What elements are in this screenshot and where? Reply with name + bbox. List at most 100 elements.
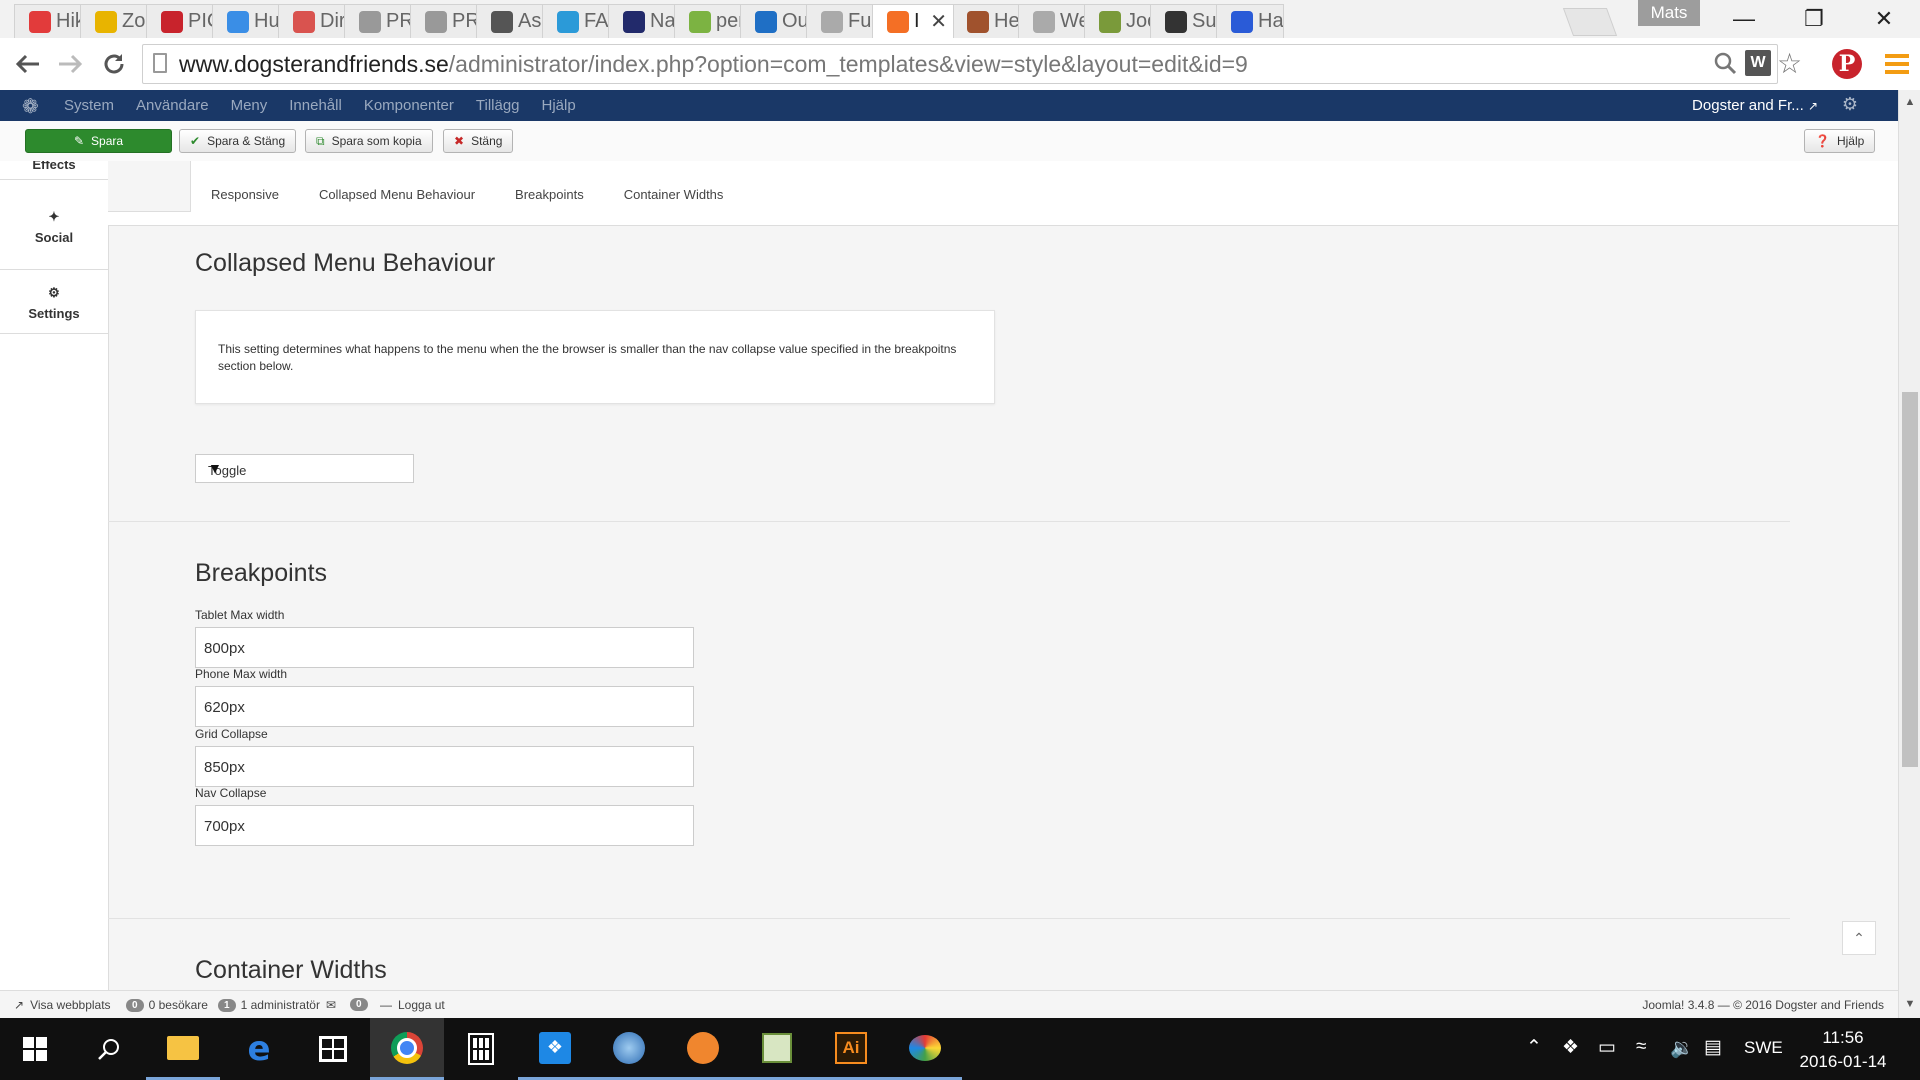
breakpoint-input[interactable]: 800px [195, 627, 694, 668]
settings-tab[interactable]: Collapsed Menu Behaviour [319, 187, 475, 202]
browser-tab[interactable]: Sun [1150, 4, 1218, 38]
browser-tab[interactable]: Out [740, 4, 808, 38]
browser-tab[interactable]: I ✕ [872, 4, 954, 38]
admin-menu-item[interactable]: Meny [231, 97, 268, 114]
user-menu-gear-icon[interactable]: ⚙ [1842, 94, 1858, 115]
back-button[interactable] [10, 46, 46, 82]
tab-label: Out [782, 10, 808, 32]
browser-tab[interactable]: Joo [1084, 4, 1152, 38]
dropbox-app[interactable]: ❖ [518, 1018, 592, 1080]
settings-tab[interactable]: Container Widths [624, 187, 724, 202]
search-button[interactable] [72, 1018, 146, 1080]
browser-tab[interactable]: Hur [212, 4, 280, 38]
admin-menu-item[interactable]: Hjälp [542, 97, 576, 114]
url-text[interactable]: www.dogsterandfriends.se/administrator/i… [179, 51, 1248, 78]
scrollbar-thumb[interactable] [1902, 392, 1918, 767]
help-button[interactable]: ❓ Hjälp [1804, 129, 1876, 153]
browser-tab[interactable]: Hik [14, 4, 82, 38]
close-tab-icon[interactable]: ✕ [924, 9, 947, 34]
browser-tab[interactable]: Full [806, 4, 874, 38]
pinterest-extension-icon[interactable]: P [1830, 46, 1864, 82]
browser-tab[interactable]: Asc [476, 4, 544, 38]
collapsed-menu-select[interactable]: Toggle ▼ [195, 454, 414, 483]
messages-count[interactable]: 0 [350, 998, 373, 1011]
new-tab-button[interactable] [1562, 8, 1618, 36]
dropdown-arrow-icon: ▼ [208, 460, 222, 476]
admin-menu-item[interactable]: Tillägg [476, 97, 520, 114]
restore-button[interactable]: ❐ [1790, 2, 1838, 36]
settings-tab[interactable]: Breakpoints [515, 187, 584, 202]
vlc-app[interactable] [666, 1018, 740, 1080]
wifi-icon[interactable]: ≈ [1636, 1036, 1646, 1058]
admin-menu-item[interactable]: Innehåll [289, 97, 342, 114]
scroll-up-icon[interactable]: ▲ [1899, 96, 1920, 108]
clock[interactable]: 11:56 2016-01-14 [1788, 1026, 1898, 1074]
dropbox-tray-icon[interactable]: ❖ [1562, 1036, 1579, 1059]
reload-button[interactable] [96, 46, 132, 82]
browser-tab[interactable]: PRI [410, 4, 478, 38]
illustrator-app[interactable]: Ai [814, 1018, 888, 1080]
forward-button[interactable] [52, 46, 88, 82]
sidebar-item-settings[interactable]: ⚙ Settings [0, 270, 108, 334]
browser-tab[interactable]: Zoo [80, 4, 148, 38]
profile-button[interactable]: Mats [1638, 0, 1700, 26]
close-button[interactable]: ✖ Stäng [443, 129, 514, 153]
file-explorer-app[interactable] [146, 1018, 220, 1080]
view-site-link[interactable]: ↗ Visa webbplats [14, 998, 111, 1012]
action-center-icon[interactable]: ▤ [1704, 1036, 1722, 1059]
twitter-icon: ✦ [48, 209, 60, 224]
language-indicator[interactable]: SWE [1744, 1038, 1783, 1058]
browser-tab[interactable]: Dire [278, 4, 346, 38]
save-close-button[interactable]: ✔ Spara & Stäng [179, 129, 297, 153]
paint-app[interactable] [888, 1018, 962, 1080]
admin-menu: System Användare Meny Innehåll Komponenter Ti… [64, 90, 598, 121]
admin-menu-item[interactable]: System [64, 97, 114, 114]
sidebar-item-social[interactable]: ✦ Social [0, 206, 108, 270]
save-button[interactable]: ✎ Spara [25, 129, 172, 153]
section-divider [108, 521, 1790, 522]
page-scrollbar[interactable]: ▲ ▼ [1898, 90, 1920, 1018]
crown-icon [359, 10, 381, 33]
search-icon[interactable] [1713, 51, 1737, 82]
store-app[interactable] [296, 1018, 370, 1080]
breakpoint-input[interactable]: 700px [195, 805, 694, 846]
minimize-button[interactable]: — [1720, 2, 1768, 36]
start-button[interactable] [0, 1018, 70, 1080]
date: 2016-01-14 [1799, 1052, 1887, 1071]
wordpress-extension-icon[interactable]: W [1745, 50, 1771, 76]
bookmark-star-icon[interactable]: ☆ [1777, 47, 1802, 80]
breakpoint-input[interactable]: 620px [195, 686, 694, 727]
chrome-app[interactable] [370, 1018, 444, 1080]
admin-menu-item[interactable]: Användare [136, 97, 209, 114]
show-hidden-icons[interactable]: ⌃ [1526, 1036, 1542, 1059]
crown-icon [425, 10, 447, 33]
scroll-to-top-button[interactable]: ⌃ [1842, 921, 1876, 955]
browser-tab[interactable]: perl [674, 4, 742, 38]
site-link[interactable]: Dogster and Fr... ↗ [1692, 97, 1818, 114]
browser-tab[interactable]: PRI [344, 4, 412, 38]
excel-app[interactable] [740, 1018, 814, 1080]
save-as-copy-button[interactable]: ⧉ Spara som kopia [305, 129, 433, 153]
calculator-app[interactable] [444, 1018, 518, 1080]
volume-icon[interactable]: 🔉 [1670, 1036, 1694, 1060]
thunderbird-app[interactable] [592, 1018, 666, 1080]
joomla-icon [887, 10, 909, 33]
sidebar-item-effects[interactable]: Effects [0, 161, 108, 180]
browser-tab[interactable]: Hen [952, 4, 1020, 38]
browser-tab[interactable]: FAC [542, 4, 610, 38]
admin-menu-item[interactable]: Komponenter [364, 97, 454, 114]
settings-tab[interactable]: Responsive [211, 187, 279, 202]
address-bar[interactable]: www.dogsterandfriends.se/administrator/i… [142, 44, 1802, 84]
browser-tab[interactable]: Nar [608, 4, 676, 38]
breakpoint-input[interactable]: 850px [195, 746, 694, 787]
menu-icon[interactable] [1880, 46, 1914, 82]
battery-icon[interactable]: ▭ [1598, 1036, 1616, 1059]
browser-tab[interactable]: PICl [146, 4, 214, 38]
joomla-logo-icon[interactable]: ❁ [22, 94, 39, 119]
edge-app[interactable]: e [222, 1018, 296, 1080]
logout-link[interactable]: — Logga ut [380, 998, 445, 1012]
scroll-down-icon[interactable]: ▼ [1899, 998, 1920, 1010]
close-window-button[interactable]: ✕ [1860, 2, 1908, 36]
browser-tab[interactable]: Har [1216, 4, 1284, 38]
browser-tab[interactable]: Wel [1018, 4, 1086, 38]
